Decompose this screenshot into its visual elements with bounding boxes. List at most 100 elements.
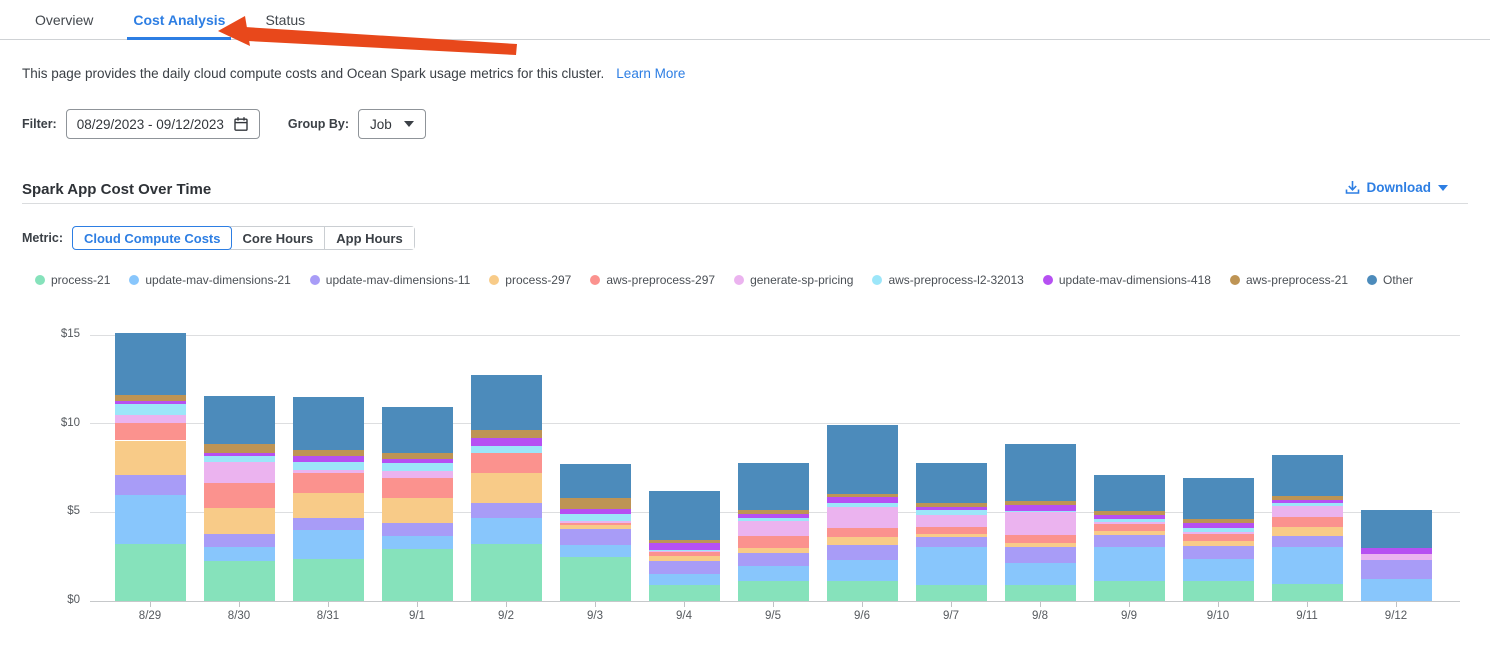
bar-segment-aws-preprocess-l2-32013-9/4[interactable] <box>649 550 720 551</box>
bar-segment-update-mav-dimensions-11-8/30[interactable] <box>204 534 275 547</box>
bar-segment-aws-preprocess-297-9/11[interactable] <box>1272 517 1343 527</box>
bar-segment-update-mav-dimensions-21-9/6[interactable] <box>827 560 898 581</box>
bar-segment-process-297-9/6[interactable] <box>827 537 898 545</box>
bar-segment-generate-sp-pricing-9/10[interactable] <box>1183 532 1254 534</box>
bar-segment-update-mav-dimensions-418-9/8[interactable] <box>1005 505 1076 510</box>
bar-segment-Other-8/30[interactable] <box>204 396 275 444</box>
bar-segment-Other-9/3[interactable] <box>560 464 631 499</box>
bar-segment-update-mav-dimensions-418-9/3[interactable] <box>560 509 631 514</box>
bar-segment-update-mav-dimensions-418-9/5[interactable] <box>738 514 809 518</box>
bar-segment-aws-preprocess-21-9/4[interactable] <box>649 540 720 544</box>
bar-segment-process-21-8/30[interactable] <box>204 561 275 601</box>
bar-segment-generate-sp-pricing-9/11[interactable] <box>1272 506 1343 517</box>
bar-segment-update-mav-dimensions-11-9/12[interactable] <box>1361 560 1432 579</box>
bar-segment-aws-preprocess-21-9/1[interactable] <box>382 453 453 459</box>
bar-segment-aws-preprocess-297-9/7[interactable] <box>916 527 987 534</box>
bar-segment-process-297-9/10[interactable] <box>1183 541 1254 546</box>
bar-segment-aws-preprocess-l2-32013-9/6[interactable] <box>827 503 898 507</box>
bar-segment-aws-preprocess-21-9/3[interactable] <box>560 498 631 509</box>
bar-segment-update-mav-dimensions-21-8/31[interactable] <box>293 530 364 559</box>
bar-segment-generate-sp-pricing-8/29[interactable] <box>115 415 186 423</box>
bar-segment-Other-9/7[interactable] <box>916 463 987 504</box>
bar-segment-generate-sp-pricing-9/4[interactable] <box>649 550 720 552</box>
metric-option-cloud-compute-costs[interactable]: Cloud Compute Costs <box>72 226 233 250</box>
bar-segment-process-21-9/10[interactable] <box>1183 581 1254 601</box>
bar-segment-generate-sp-pricing-9/5[interactable] <box>738 521 809 536</box>
bar-segment-process-21-9/2[interactable] <box>471 544 542 601</box>
bar-segment-aws-preprocess-l2-32013-8/31[interactable] <box>293 462 364 470</box>
bar-segment-update-mav-dimensions-21-9/4[interactable] <box>649 574 720 586</box>
bar-segment-generate-sp-pricing-9/6[interactable] <box>827 507 898 528</box>
bar-segment-aws-preprocess-21-9/6[interactable] <box>827 494 898 498</box>
bar-segment-process-21-9/9[interactable] <box>1094 581 1165 601</box>
bar-segment-generate-sp-pricing-9/1[interactable] <box>382 471 453 478</box>
bar-segment-process-21-9/3[interactable] <box>560 557 631 601</box>
bar-segment-aws-preprocess-l2-32013-8/29[interactable] <box>115 404 186 415</box>
bar-segment-update-mav-dimensions-11-9/11[interactable] <box>1272 536 1343 547</box>
bar-segment-Other-9/2[interactable] <box>471 375 542 430</box>
bar-segment-update-mav-dimensions-11-9/8[interactable] <box>1005 547 1076 563</box>
bar-segment-Other-9/10[interactable] <box>1183 478 1254 519</box>
bar-segment-update-mav-dimensions-11-9/7[interactable] <box>916 537 987 547</box>
bar-segment-Other-9/8[interactable] <box>1005 444 1076 501</box>
bar-segment-Other-9/6[interactable] <box>827 425 898 494</box>
bar-segment-Other-9/1[interactable] <box>382 407 453 453</box>
bar-segment-aws-preprocess-297-8/29[interactable] <box>115 423 186 441</box>
bar-segment-update-mav-dimensions-11-9/3[interactable] <box>560 529 631 545</box>
bar-segment-update-mav-dimensions-21-9/2[interactable] <box>471 518 542 545</box>
bar-segment-update-mav-dimensions-21-9/5[interactable] <box>738 566 809 581</box>
bar-segment-update-mav-dimensions-11-9/4[interactable] <box>649 561 720 573</box>
bar-segment-process-21-9/7[interactable] <box>916 585 987 601</box>
bar-segment-process-297-9/5[interactable] <box>738 548 809 553</box>
bar-segment-update-mav-dimensions-418-9/9[interactable] <box>1094 515 1165 519</box>
bar-segment-update-mav-dimensions-21-8/29[interactable] <box>115 495 186 545</box>
bar-segment-update-mav-dimensions-418-9/7[interactable] <box>916 507 987 510</box>
bar-segment-aws-preprocess-l2-32013-9/5[interactable] <box>738 518 809 522</box>
bar-segment-generate-sp-pricing-8/30[interactable] <box>204 462 275 483</box>
bar-segment-update-mav-dimensions-418-9/1[interactable] <box>382 459 453 463</box>
bar-segment-update-mav-dimensions-21-9/9[interactable] <box>1094 547 1165 582</box>
bar-segment-process-297-9/7[interactable] <box>916 534 987 538</box>
bar-segment-process-21-9/6[interactable] <box>827 581 898 601</box>
bar-segment-update-mav-dimensions-418-9/2[interactable] <box>471 438 542 446</box>
bar-segment-process-297-8/29[interactable] <box>115 441 186 476</box>
bar-segment-update-mav-dimensions-11-9/2[interactable] <box>471 503 542 517</box>
bar-segment-aws-preprocess-21-8/31[interactable] <box>293 450 364 455</box>
bar-segment-update-mav-dimensions-418-9/4[interactable] <box>649 543 720 549</box>
bar-segment-aws-preprocess-297-9/3[interactable] <box>560 523 631 525</box>
bar-segment-aws-preprocess-21-8/30[interactable] <box>204 444 275 453</box>
bar-segment-update-mav-dimensions-418-9/6[interactable] <box>827 497 898 503</box>
bar-segment-generate-sp-pricing-9/3[interactable] <box>560 521 631 523</box>
bar-segment-aws-preprocess-21-9/9[interactable] <box>1094 511 1165 515</box>
bar-segment-generate-sp-pricing-8/31[interactable] <box>293 470 364 474</box>
bar-segment-update-mav-dimensions-11-9/6[interactable] <box>827 545 898 560</box>
bar-segment-aws-preprocess-297-8/31[interactable] <box>293 473 364 493</box>
bar-segment-Other-9/4[interactable] <box>649 491 720 540</box>
bar-segment-generate-sp-pricing-9/7[interactable] <box>916 515 987 527</box>
bar-segment-generate-sp-pricing-9/9[interactable] <box>1094 522 1165 524</box>
bar-segment-aws-preprocess-297-8/30[interactable] <box>204 483 275 508</box>
bar-segment-aws-preprocess-21-9/2[interactable] <box>471 430 542 438</box>
bar-segment-process-297-9/8[interactable] <box>1005 543 1076 547</box>
bar-segment-update-mav-dimensions-418-9/12[interactable] <box>1361 548 1432 554</box>
bar-segment-update-mav-dimensions-21-9/3[interactable] <box>560 545 631 557</box>
bar-segment-aws-preprocess-l2-32013-9/8[interactable] <box>1005 511 1076 513</box>
bar-segment-Other-8/31[interactable] <box>293 397 364 450</box>
bar-segment-aws-preprocess-21-9/8[interactable] <box>1005 501 1076 505</box>
bar-segment-process-297-8/30[interactable] <box>204 508 275 534</box>
bar-segment-Other-9/9[interactable] <box>1094 475 1165 510</box>
bar-segment-aws-preprocess-l2-32013-9/3[interactable] <box>560 514 631 521</box>
bar-segment-process-21-9/4[interactable] <box>649 585 720 601</box>
bar-segment-update-mav-dimensions-11-9/5[interactable] <box>738 553 809 565</box>
bar-segment-update-mav-dimensions-21-9/1[interactable] <box>382 536 453 548</box>
bar-segment-process-21-8/29[interactable] <box>115 544 186 601</box>
bar-segment-process-21-8/31[interactable] <box>293 559 364 601</box>
bar-segment-update-mav-dimensions-11-8/29[interactable] <box>115 475 186 495</box>
bar-segment-update-mav-dimensions-11-9/1[interactable] <box>382 523 453 536</box>
bar-segment-update-mav-dimensions-418-8/31[interactable] <box>293 456 364 462</box>
bar-segment-aws-preprocess-21-9/7[interactable] <box>916 503 987 507</box>
bar-segment-aws-preprocess-297-9/1[interactable] <box>382 478 453 498</box>
bar-segment-process-297-9/9[interactable] <box>1094 531 1165 535</box>
bar-segment-Other-9/11[interactable] <box>1272 455 1343 497</box>
bar-segment-update-mav-dimensions-21-9/12[interactable] <box>1361 579 1432 601</box>
